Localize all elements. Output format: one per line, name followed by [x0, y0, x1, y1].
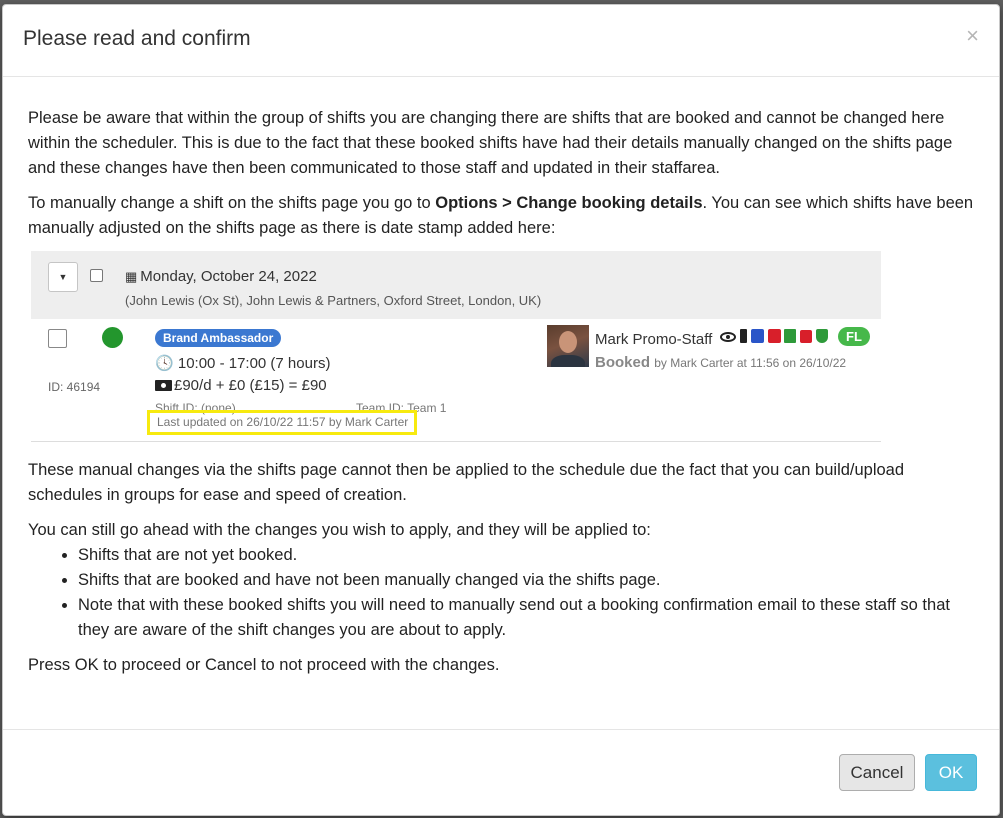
confirm-dialog: Please read and confirm × Please be awar… — [2, 4, 1000, 816]
list-item: Note that with these booked shifts you w… — [78, 593, 978, 643]
example-pay: £90/d + £0 (£15) = £90 — [155, 373, 327, 398]
example-date-text: Monday, October 24, 2022 — [140, 268, 317, 285]
dialog-footer: Cancel OK — [3, 729, 999, 816]
close-icon[interactable]: × — [966, 25, 979, 47]
example-shift-id-number: ID: 46194 — [48, 380, 101, 394]
ok-button[interactable]: OK — [925, 754, 977, 791]
dialog-title: Please read and confirm — [23, 27, 251, 50]
cancel-button[interactable]: Cancel — [839, 754, 915, 791]
info-paragraph-4: You can still go ahead with the changes … — [28, 521, 651, 539]
avatar — [547, 325, 589, 367]
booked-status: Booked by Mark Carter at 11:56 on 26/10/… — [595, 350, 846, 376]
dialog-header: Please read and confirm × — [3, 5, 999, 77]
id-card-icon — [751, 329, 764, 343]
example-time-text: 10:00 - 17:00 (7 hours) — [177, 355, 331, 372]
example-pay-text: £90/d + £0 (£15) = £90 — [174, 377, 327, 394]
info-paragraph-5: Press OK to proceed or Cancel to not pro… — [28, 656, 500, 674]
cash-icon — [155, 380, 172, 391]
applied-to-list: Shifts that are not yet booked. Shifts t… — [28, 543, 978, 643]
status-dot — [102, 327, 123, 348]
phone-icon — [740, 329, 747, 343]
document-icon — [768, 329, 781, 343]
info-paragraph-3: These manual changes via the shifts page… — [28, 461, 905, 504]
example-shift-row: ID: 46194 Brand Ambassador 🕓 10:00 - 17:… — [31, 319, 881, 441]
booked-label: Booked — [595, 354, 651, 371]
shield-icon — [816, 329, 828, 343]
paragraph-2-start: To manually change a shift on the shifts… — [28, 194, 436, 212]
file-icon — [784, 329, 796, 343]
fl-badge: FL — [838, 327, 870, 346]
list-item: Shifts that are not yet booked. — [78, 543, 978, 568]
options-path: Options > Change booking details — [435, 194, 703, 212]
eye-icon — [720, 332, 736, 342]
info-paragraph-2: To manually change a shift on the shifts… — [28, 191, 978, 241]
role-badge: Brand Ambassador — [155, 329, 282, 347]
bag-icon — [800, 330, 812, 343]
list-item: Shifts that are booked and have not been… — [78, 568, 978, 593]
expand-caret-icon: ▼ — [48, 262, 78, 292]
booked-by: by Mark Carter at 11:56 on 26/10/22 — [654, 356, 847, 370]
staff-name: Mark Promo-Staff — [595, 331, 713, 348]
example-shift-screenshot: ▼ ▦ Monday, October 24, 2022 (John Lewis … — [31, 251, 881, 442]
example-group-header: ▼ ▦ Monday, October 24, 2022 (John Lewis … — [31, 251, 881, 319]
example-date: ▦ Monday, October 24, 2022 — [125, 264, 317, 289]
shift-checkbox — [48, 329, 67, 348]
dialog-body: Please be aware that within the group of… — [28, 106, 978, 688]
clock-icon: 🕓 — [155, 355, 174, 372]
last-updated-highlight: Last updated on 26/10/22 11:57 by Mark C… — [147, 410, 417, 435]
calendar-icon: ▦ — [125, 269, 138, 284]
group-checkbox — [90, 269, 103, 282]
info-paragraph-1: Please be aware that within the group of… — [28, 109, 953, 177]
example-location: (John Lewis (Ox St), John Lewis & Partne… — [125, 293, 542, 308]
